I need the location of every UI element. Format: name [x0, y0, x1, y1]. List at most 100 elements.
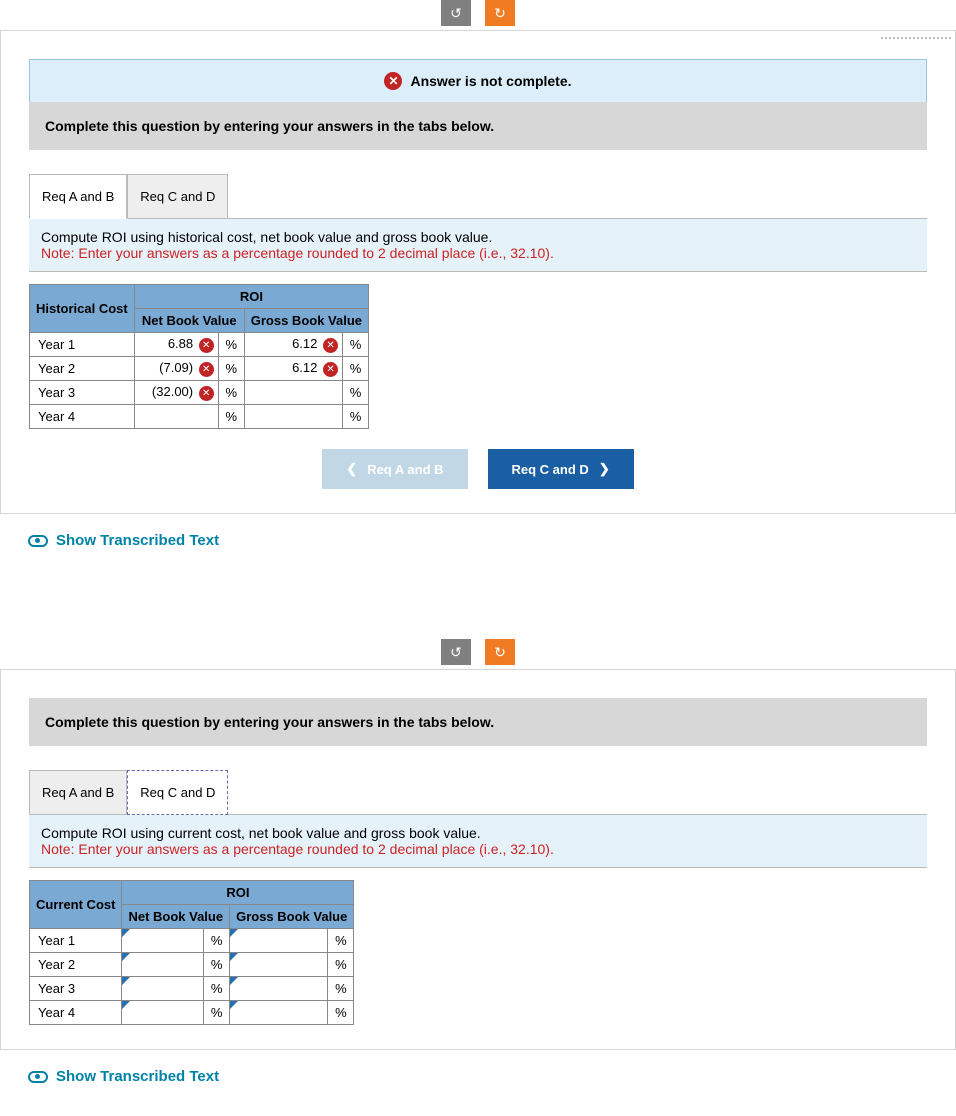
- nbv-header: Net Book Value: [122, 905, 230, 929]
- input-marker-icon: [122, 977, 130, 985]
- table-row: Year 2 (7.09) ✕ % 6.12 ✕ %: [30, 357, 369, 381]
- eye-icon: [28, 1071, 48, 1083]
- row-label: Year 1: [30, 333, 135, 357]
- nav-next-label: Req C and D: [512, 462, 589, 477]
- tabs: Req A and B Req C and D: [29, 770, 927, 815]
- question-card-2: Complete this question by entering your …: [0, 669, 956, 1050]
- row-label: Year 2: [30, 357, 135, 381]
- undo-button[interactable]: ↺: [441, 639, 471, 665]
- tab-prompt: Compute ROI using historical cost, net b…: [29, 218, 927, 272]
- pct-label: %: [328, 977, 354, 1001]
- pct-label: %: [343, 357, 369, 381]
- pct-label: %: [218, 405, 244, 429]
- input-marker-icon: [122, 1001, 130, 1009]
- pct-label: %: [343, 333, 369, 357]
- pct-label: %: [328, 929, 354, 953]
- chevron-left-icon: ❮: [346, 461, 357, 477]
- pct-label: %: [328, 953, 354, 977]
- input-marker-icon: [122, 953, 130, 961]
- top-action-bar-2: ↺ ↻: [0, 639, 956, 665]
- close-icon: ✕: [323, 362, 338, 377]
- nbv-cell[interactable]: 6.88 ✕: [134, 333, 218, 357]
- row-label: Year 2: [30, 953, 122, 977]
- prompt-line1: Compute ROI using historical cost, net b…: [41, 229, 915, 245]
- nbv-cell[interactable]: (7.09) ✕: [134, 357, 218, 381]
- table-row: Year 4 % %: [30, 1001, 354, 1025]
- row-label: Year 4: [30, 405, 135, 429]
- pct-label: %: [218, 333, 244, 357]
- prompt-line1: Compute ROI using current cost, net book…: [41, 825, 915, 841]
- pct-label: %: [204, 953, 230, 977]
- close-icon: ✕: [384, 72, 402, 90]
- gbv-input[interactable]: [230, 977, 328, 1001]
- status-text: Answer is not complete.: [410, 73, 571, 89]
- gbv-header: Gross Book Value: [230, 905, 354, 929]
- pct-label: %: [343, 381, 369, 405]
- corner-header: Historical Cost: [30, 285, 135, 333]
- top-action-bar: ↺ ↻: [0, 0, 956, 26]
- table-row: Year 3 (32.00) ✕ % %: [30, 381, 369, 405]
- nbv-input[interactable]: [122, 1001, 204, 1025]
- pct-label: %: [328, 1001, 354, 1025]
- row-label: Year 3: [30, 977, 122, 1001]
- nbv-input[interactable]: [122, 953, 204, 977]
- nbv-input[interactable]: [122, 929, 204, 953]
- tabs: Req A and B Req C and D: [29, 174, 927, 219]
- close-icon: ✕: [199, 362, 214, 377]
- nbv-cell[interactable]: [134, 405, 218, 429]
- tab-req-cd[interactable]: Req C and D: [127, 174, 228, 219]
- nbv-header: Net Book Value: [134, 309, 244, 333]
- table-row: Year 1 6.88 ✕ % 6.12 ✕ %: [30, 333, 369, 357]
- table-row: Year 2 % %: [30, 953, 354, 977]
- undo-button[interactable]: ↺: [441, 0, 471, 26]
- chevron-right-icon: ❯: [599, 461, 610, 477]
- table-row: Year 1 % %: [30, 929, 354, 953]
- instruction-bar: Complete this question by entering your …: [29, 698, 927, 746]
- pct-label: %: [204, 977, 230, 1001]
- redo-button[interactable]: ↻: [485, 0, 515, 26]
- pct-label: %: [218, 381, 244, 405]
- prompt-note: Note: Enter your answers as a percentage…: [41, 245, 915, 261]
- nbv-cell[interactable]: (32.00) ✕: [134, 381, 218, 405]
- tab-req-cd[interactable]: Req C and D: [127, 770, 228, 815]
- gbv-cell[interactable]: [244, 381, 342, 405]
- gbv-input[interactable]: [230, 1001, 328, 1025]
- show-transcribed-toggle[interactable]: Show Transcribed Text: [28, 532, 956, 549]
- input-marker-icon: [230, 953, 238, 961]
- input-marker-icon: [122, 929, 130, 937]
- pct-label: %: [218, 357, 244, 381]
- roi-header: ROI: [122, 881, 354, 905]
- row-label: Year 1: [30, 929, 122, 953]
- roi-table-current: Current Cost ROI Net Book Value Gross Bo…: [29, 880, 354, 1025]
- tab-prompt: Compute ROI using current cost, net book…: [29, 814, 927, 868]
- next-tab-button[interactable]: Req C and D ❯: [488, 449, 634, 489]
- row-label: Year 3: [30, 381, 135, 405]
- close-icon: ✕: [199, 386, 214, 401]
- gbv-input[interactable]: [230, 929, 328, 953]
- show-transcribed-toggle[interactable]: Show Transcribed Text: [28, 1068, 956, 1085]
- gbv-header: Gross Book Value: [244, 309, 368, 333]
- pct-label: %: [204, 929, 230, 953]
- tab-req-ab[interactable]: Req A and B: [29, 770, 127, 815]
- pct-label: %: [343, 405, 369, 429]
- close-icon: ✕: [323, 338, 338, 353]
- tab-req-ab[interactable]: Req A and B: [29, 174, 127, 219]
- gbv-cell[interactable]: 6.12 ✕: [244, 357, 342, 381]
- nav-prev-label: Req A and B: [367, 462, 443, 477]
- table-row: Year 4 % %: [30, 405, 369, 429]
- instruction-text: Complete this question by entering your …: [45, 118, 494, 134]
- status-banner: ✕ Answer is not complete.: [29, 59, 927, 103]
- input-marker-icon: [230, 1001, 238, 1009]
- show-transcribed-label: Show Transcribed Text: [56, 1068, 219, 1085]
- table-row: Year 3 % %: [30, 977, 354, 1001]
- corner-header: Current Cost: [30, 881, 122, 929]
- redo-button[interactable]: ↻: [485, 639, 515, 665]
- gbv-cell[interactable]: [244, 405, 342, 429]
- pct-label: %: [204, 1001, 230, 1025]
- gbv-input[interactable]: [230, 953, 328, 977]
- input-marker-icon: [230, 977, 238, 985]
- gbv-cell[interactable]: 6.12 ✕: [244, 333, 342, 357]
- close-icon: ✕: [199, 338, 214, 353]
- nbv-input[interactable]: [122, 977, 204, 1001]
- instruction-bar: Complete this question by entering your …: [29, 102, 927, 150]
